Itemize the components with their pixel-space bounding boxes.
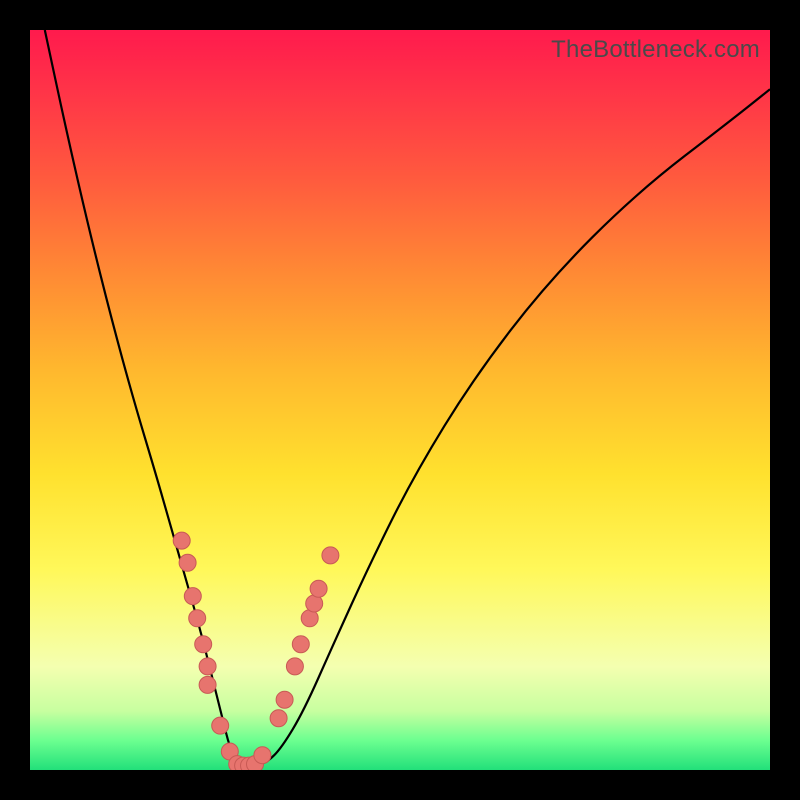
data-marker: [179, 554, 196, 571]
data-marker: [286, 658, 303, 675]
data-marker: [310, 580, 327, 597]
chart-frame: TheBottleneck.com: [30, 30, 770, 770]
data-marker: [199, 658, 216, 675]
bottleneck-curve: [45, 30, 770, 766]
data-marker: [276, 691, 293, 708]
data-marker: [254, 747, 271, 764]
data-marker: [199, 676, 216, 693]
data-marker: [322, 547, 339, 564]
data-marker: [292, 636, 309, 653]
data-marker: [173, 532, 190, 549]
data-marker: [212, 717, 229, 734]
data-marker: [195, 636, 212, 653]
data-marker: [184, 588, 201, 605]
data-marker: [189, 610, 206, 627]
marker-group: [173, 532, 339, 770]
watermark-text: TheBottleneck.com: [551, 36, 760, 64]
chart-svg: [30, 30, 770, 770]
data-marker: [270, 710, 287, 727]
